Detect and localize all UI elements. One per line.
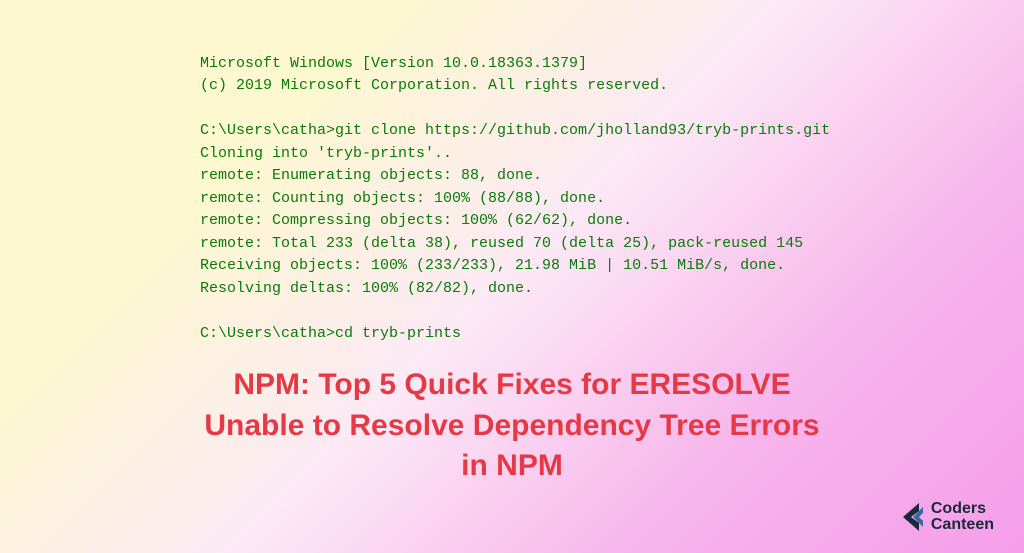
terminal-line: Resolving deltas: 100% (82/82), done.	[200, 280, 533, 297]
logo-word: Canteen	[931, 517, 994, 533]
headline-line: Unable to Resolve Dependency Tree Errors	[0, 406, 1024, 447]
terminal-line: Microsoft Windows [Version 10.0.18363.13…	[200, 55, 587, 72]
logo-text: Coders Canteen	[931, 501, 994, 533]
terminal-line: C:\Users\catha>cd tryb-prints	[200, 325, 461, 342]
terminal-output: Microsoft Windows [Version 10.0.18363.13…	[200, 30, 830, 345]
headline-line: NPM: Top 5 Quick Fixes for ERESOLVE	[0, 365, 1024, 406]
terminal-line: remote: Enumerating objects: 88, done.	[200, 167, 542, 184]
logo-word: Coders	[931, 501, 994, 517]
brand-logo: Coders Canteen	[895, 501, 994, 533]
headline-line: in NPM	[0, 446, 1024, 487]
terminal-line: remote: Total 233 (delta 38), reused 70 …	[200, 235, 803, 252]
terminal-line: remote: Counting objects: 100% (88/88), …	[200, 190, 605, 207]
terminal-line: C:\Users\catha>git clone https://github.…	[200, 122, 830, 139]
terminal-line: Receiving objects: 100% (233/233), 21.98…	[200, 257, 785, 274]
terminal-line: (c) 2019 Microsoft Corporation. All righ…	[200, 77, 668, 94]
article-headline: NPM: Top 5 Quick Fixes for ERESOLVE Unab…	[0, 365, 1024, 487]
logo-chevron-icon	[895, 501, 927, 533]
terminal-line: Cloning into 'tryb-prints'..	[200, 145, 452, 162]
terminal-line: remote: Compressing objects: 100% (62/62…	[200, 212, 632, 229]
